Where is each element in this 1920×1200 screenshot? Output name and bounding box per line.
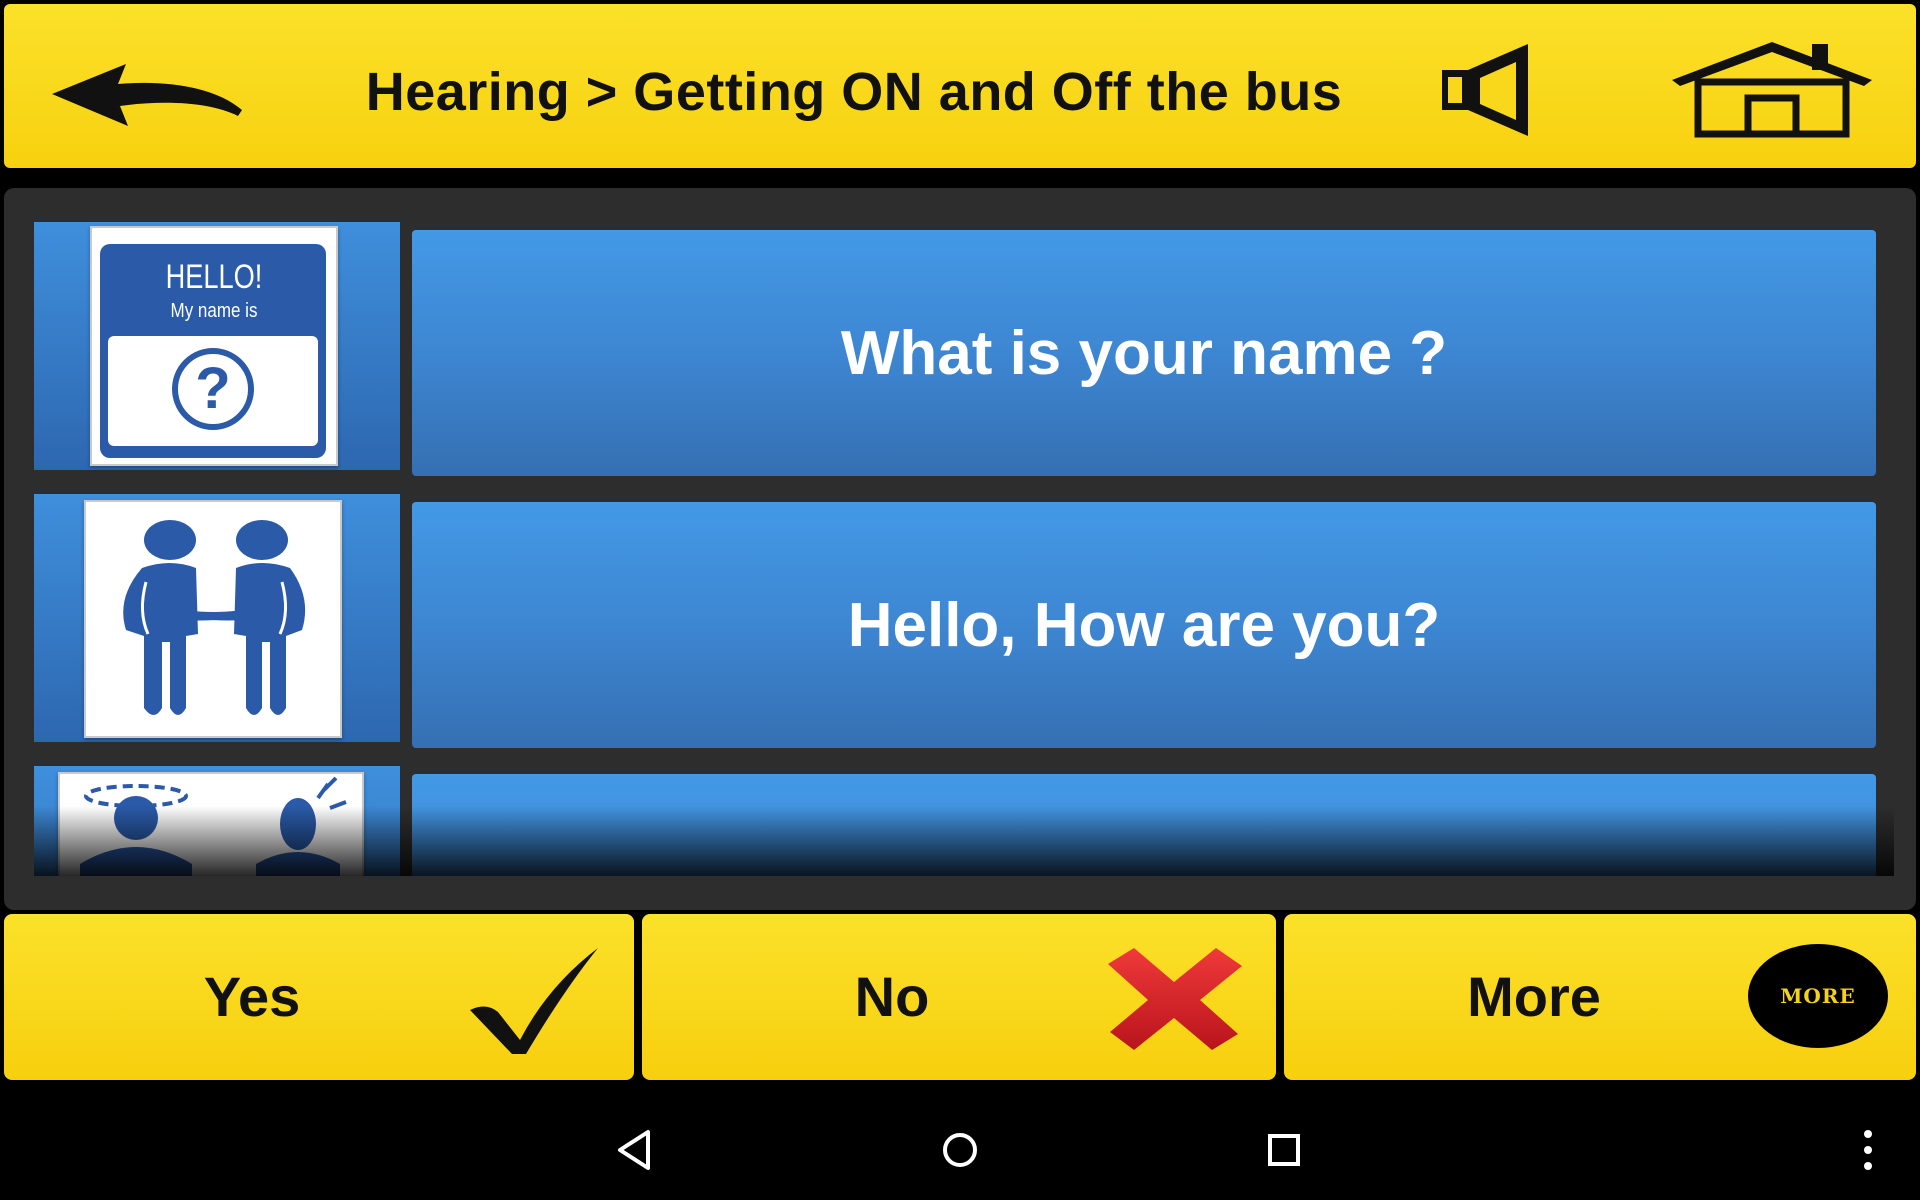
list-item[interactable]: Hello, How are you? [34, 494, 1894, 748]
name-tag-icon: HELLO! My name is ? [90, 226, 338, 466]
phrase-button[interactable]: Hello, How are you? [412, 502, 1876, 748]
phrase-button[interactable]: What is your name ? [412, 230, 1876, 476]
back-arrow-icon [52, 64, 242, 126]
system-navigation-bar [0, 1100, 1920, 1200]
speaker-icon [1442, 44, 1528, 136]
badge-subtitle: My name is [170, 300, 258, 322]
list-item-thumbnail [34, 494, 400, 742]
list-item-thumbnail [34, 766, 400, 876]
back-button[interactable] [44, 54, 254, 134]
question-mark-icon: ? [172, 348, 254, 430]
nav-home-button[interactable] [920, 1120, 1000, 1180]
no-label: No [854, 965, 930, 1028]
more-icon: MORE [1748, 944, 1888, 1048]
nav-recents-button[interactable] [1244, 1120, 1324, 1180]
handshake-icon [84, 500, 342, 738]
home-icon [1672, 42, 1872, 138]
list-item[interactable]: HELLO! My name is ? What is your name ? [34, 222, 1894, 476]
nav-overflow-button[interactable] [1828, 1120, 1908, 1180]
yes-label: Yes [203, 965, 301, 1028]
phrase-button[interactable] [412, 774, 1876, 876]
list-item-thumbnail: HELLO! My name is ? [34, 222, 400, 470]
red-x-icon [1108, 948, 1242, 1050]
checkmark-icon [470, 948, 598, 1054]
speaker-button[interactable] [1434, 40, 1544, 140]
badge-title: HELLO! [165, 258, 263, 296]
top-bar: Hearing > Getting ON and Off the bus [4, 4, 1916, 168]
overflow-menu-icon [1864, 1130, 1872, 1170]
home-circle-icon [943, 1133, 977, 1167]
yes-button[interactable]: Yes [4, 914, 634, 1080]
no-button[interactable]: No [642, 914, 1276, 1080]
list-item[interactable] [34, 766, 1894, 876]
home-button[interactable] [1664, 38, 1884, 138]
dizzy-person-icon [58, 772, 364, 876]
more-button[interactable]: More MORE [1284, 914, 1916, 1080]
phrase-list[interactable]: HELLO! My name is ? What is your name ? [34, 222, 1894, 876]
nav-back-button[interactable] [596, 1120, 676, 1180]
phrase-panel: HELLO! My name is ? What is your name ? [4, 188, 1916, 910]
recents-square-icon [1268, 1134, 1300, 1166]
back-triangle-icon [618, 1130, 650, 1170]
more-label: More [1467, 965, 1601, 1028]
page-title: Hearing > Getting ON and Off the bus [365, 62, 1343, 122]
